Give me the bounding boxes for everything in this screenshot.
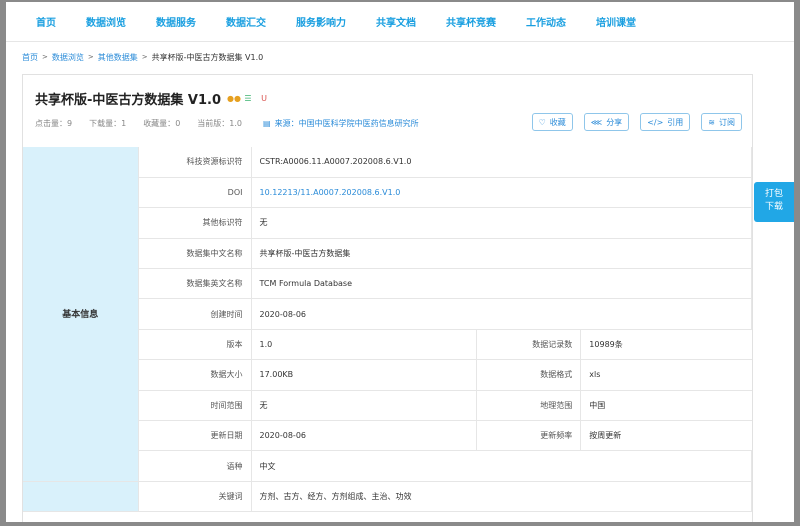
row-label: 更新日期 (138, 420, 252, 452)
rss-icon: ≋ (708, 117, 715, 127)
row-value: 方剂、古方、经方、方剂组成、主治、功效 (251, 481, 752, 513)
section-label-continued (23, 481, 139, 513)
nav-services[interactable]: 数据服务 (156, 14, 196, 29)
database-icon: ☰ (244, 93, 252, 103)
row-label: 其他标识符 (138, 207, 252, 239)
magnet-icon: U (261, 93, 267, 103)
favorites-stat: 收藏量：0 (143, 119, 181, 128)
row-value: 中国 (580, 390, 752, 422)
nav-home[interactable]: 首页 (36, 14, 56, 29)
row-label: 地理范围 (476, 390, 582, 422)
top-nav: 首页 数据浏览 数据服务 数据汇交 服务影响力 共享文档 共享杯竞赛 工作动态 … (6, 2, 794, 42)
downloads-stat: 下载量：1 (89, 119, 127, 128)
title-row: 共享杯版-中医古方数据集 V1.0 ●● ☰ U (35, 89, 269, 108)
clicks-stat: 点击量：9 (35, 119, 73, 128)
row-label: 关键词 (138, 481, 252, 513)
nav-training[interactable]: 培训课堂 (596, 14, 636, 29)
breadcrumb-current: 共享杯版-中医古方数据集 V1.0 (151, 52, 264, 62)
row-label: 数据格式 (476, 359, 582, 391)
row-value: 中文 (251, 450, 752, 482)
breadcrumb-sep: > (42, 53, 48, 61)
table-row: 基本信息 科技资源标识符 CSTR:A0006.11.A0007.202008.… (23, 147, 752, 482)
row-value: 10989条 (580, 329, 752, 361)
nav-docs[interactable]: 共享文档 (376, 14, 416, 29)
subscribe-button[interactable]: ≋ 订阅 (701, 113, 742, 131)
breadcrumb: 首页 > 数据浏览 > 其他数据集 > 共享杯版-中医古方数据集 V1.0 (6, 42, 794, 72)
version-stat: 当前版：1.0 (197, 119, 243, 128)
code-icon: </> (647, 117, 664, 127)
dataset-card: 共享杯版-中医古方数据集 V1.0 ●● ☰ U 点击量：9 下载量：1 收藏量… (22, 74, 753, 522)
breadcrumb-home[interactable]: 首页 (22, 52, 38, 63)
row-label: 科技资源标识符 (138, 147, 252, 178)
row-label: 时间范围 (138, 390, 252, 422)
nav-submit[interactable]: 数据汇交 (226, 14, 266, 29)
row-value: 1.0 (251, 329, 478, 361)
people-icon: ●● (227, 93, 241, 103)
row-label: 版本 (138, 329, 252, 361)
row-label: 数据集英文名称 (138, 268, 252, 300)
nav-news[interactable]: 工作动态 (526, 14, 566, 29)
row-label: 创建时间 (138, 298, 252, 330)
cite-button[interactable]: </> 引用 (640, 113, 691, 131)
row-value: 17.00KB (251, 359, 478, 391)
row-value: 按周更新 (580, 420, 752, 452)
row-label: 数据集中文名称 (138, 238, 252, 270)
row-label: 语种 (138, 450, 252, 482)
row-label: 更新频率 (476, 420, 582, 452)
row-value: 2020-08-06 (251, 298, 752, 330)
doi-link[interactable]: 10.12213/11.A0007.202008.6.V1.0 (251, 177, 752, 209)
breadcrumb-sep: > (141, 53, 148, 61)
package-download-button[interactable]: 打包 下载 (754, 182, 794, 222)
breadcrumb-sep: > (87, 53, 94, 61)
float-line1: 打包 (764, 189, 783, 199)
row-value: xls (580, 359, 752, 391)
info-table: 基本信息 科技资源标识符 CSTR:A0006.11.A0007.202008.… (23, 147, 752, 513)
page-frame: 首页 数据浏览 数据服务 数据汇交 服务影响力 共享文档 共享杯竞赛 工作动态 … (6, 2, 794, 522)
row-value: 无 (251, 390, 478, 422)
action-buttons: ♡ 收藏 ⋘ 分享 </> 引用 ≋ 订阅 (531, 113, 742, 131)
row-value: CSTR:A0006.11.A0007.202008.6.V1.0 (251, 147, 752, 178)
table-row: 关键词 方剂、古方、经方、方剂组成、主治、功效 (23, 481, 752, 513)
share-button[interactable]: ⋘ 分享 (583, 113, 630, 131)
section-label: 基本信息 (23, 147, 139, 482)
source-link[interactable]: ▤ 来源：中国中医科学院中医药信息研究所 (263, 118, 419, 129)
row-value: 共享杯版-中医古方数据集 (251, 238, 752, 270)
row-label: 数据大小 (138, 359, 252, 391)
stats-row: 点击量：9 下载量：1 收藏量：0 当前版：1.0 ▤ 来源：中国中医科学院中医… (35, 118, 419, 129)
source-icon: ▤ (263, 119, 271, 128)
dataset-title: 共享杯版-中医古方数据集 V1.0 (35, 93, 222, 108)
row-label: 数据记录数 (476, 329, 582, 361)
nav-competition[interactable]: 共享杯竞赛 (446, 14, 496, 29)
nav-browse[interactable]: 数据浏览 (86, 14, 126, 29)
row-label: DOI (138, 177, 252, 209)
row-value: 2020-08-06 (251, 420, 478, 452)
heart-icon: ♡ (538, 117, 546, 127)
breadcrumb-browse[interactable]: 数据浏览 (52, 52, 84, 63)
row-value: 无 (251, 207, 752, 239)
breadcrumb-other[interactable]: 其他数据集 (98, 52, 138, 63)
row-value: TCM Formula Database (251, 268, 752, 300)
favorite-button[interactable]: ♡ 收藏 (531, 113, 573, 131)
source-text: 来源：中国中医科学院中医药信息研究所 (274, 119, 419, 128)
float-line2: 下载 (764, 202, 783, 212)
nav-impact[interactable]: 服务影响力 (296, 14, 346, 29)
share-icon: ⋘ (590, 117, 603, 127)
